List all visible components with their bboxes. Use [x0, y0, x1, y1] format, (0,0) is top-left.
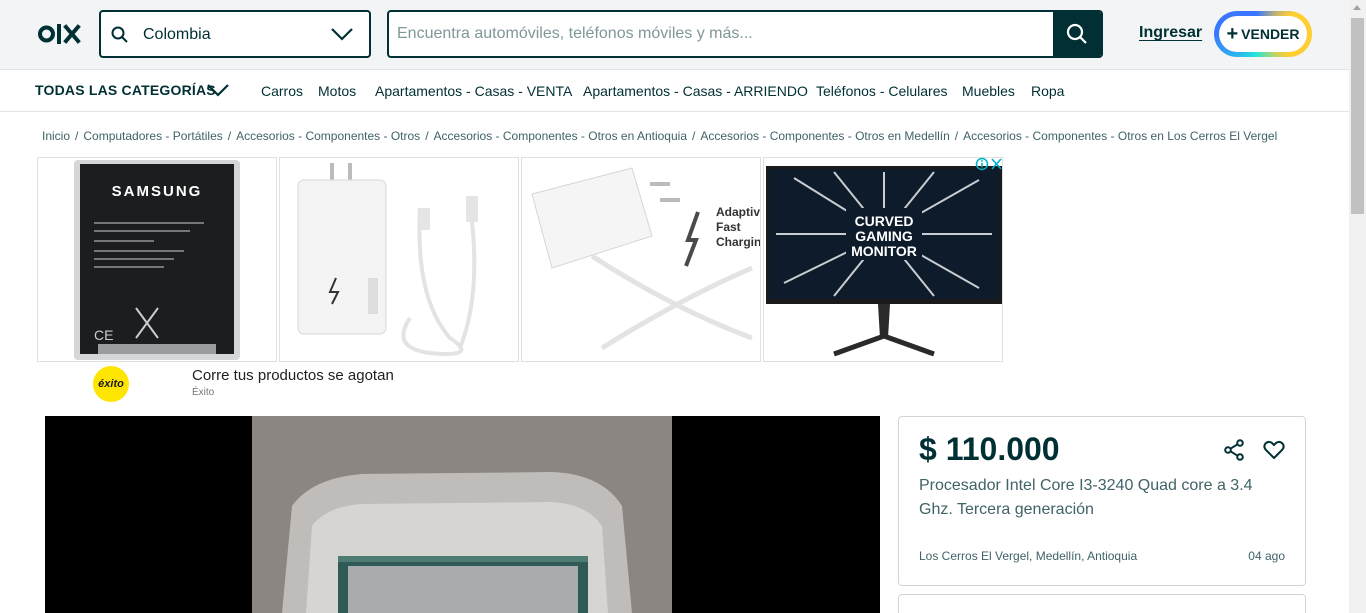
- breadcrumb-item[interactable]: Accesorios - Componentes - Otros en Los …: [963, 129, 1277, 143]
- breadcrumb-item[interactable]: Accesorios - Componentes - Otros en Mede…: [700, 129, 949, 143]
- sell-button-inner: + VENDER: [1219, 16, 1307, 52]
- svg-text:CE: CE: [94, 327, 113, 343]
- top-header: Colombia Ingresar + VENDER: [0, 0, 1349, 70]
- breadcrumb-item[interactable]: Inicio: [42, 129, 70, 143]
- info-icon[interactable]: [975, 157, 1003, 171]
- svg-text:Fast: Fast: [716, 220, 741, 234]
- exito-logo-text: éxito: [98, 378, 124, 390]
- chevron-down-icon[interactable]: [330, 25, 354, 43]
- breadcrumb-separator: /: [954, 129, 959, 143]
- listing-photo[interactable]: [252, 416, 672, 613]
- all-categories-button[interactable]: TODAS LAS CATEGORÍAS: [35, 82, 216, 98]
- sponsored-ad[interactable]: SAMSUNG CE Adaptiv Fast Chargin CURVED G…: [37, 157, 1003, 405]
- category-motos[interactable]: Motos: [318, 83, 356, 99]
- category-muebles[interactable]: Muebles: [962, 83, 1015, 99]
- location-value: Colombia: [143, 26, 211, 43]
- svg-text:Adaptive: Adaptive: [716, 205, 761, 219]
- svg-text:GAMING: GAMING: [855, 228, 913, 244]
- ad-headline[interactable]: Corre tus productos se agotan: [192, 367, 394, 384]
- adchoices[interactable]: [975, 157, 1003, 174]
- search-button[interactable]: [1053, 12, 1101, 56]
- breadcrumb-separator: /: [75, 129, 79, 143]
- search-icon: [111, 26, 128, 43]
- category-apartamentos-arriendo[interactable]: Apartamentos - Casas - ARRIENDO: [583, 83, 808, 99]
- page-scrollbar[interactable]: [1349, 0, 1366, 613]
- monitor-illustration: CURVED GAMING MONITOR: [766, 166, 1002, 357]
- scroll-thumb[interactable]: [1351, 18, 1364, 214]
- svg-text:MONITOR: MONITOR: [851, 243, 917, 259]
- breadcrumb-item[interactable]: Accesorios - Componentes - Otros en Anti…: [434, 129, 687, 143]
- battery-brand-text: SAMSUNG: [112, 183, 203, 200]
- cpu-package-illustration: [252, 416, 672, 613]
- listing-location: Los Cerros El Vergel, Medellín, Antioqui…: [919, 549, 1138, 563]
- battery-illustration: SAMSUNG CE: [74, 160, 240, 360]
- close-icon: [991, 158, 1002, 170]
- olx-logo[interactable]: [38, 22, 82, 46]
- listing-price: $ 110.000: [919, 431, 1060, 467]
- breadcrumb: Inicio / Computadores - Portátiles / Accesor…: [42, 129, 1277, 143]
- location-selector[interactable]: Colombia: [99, 10, 371, 58]
- category-ropa[interactable]: Ropa: [1031, 83, 1064, 99]
- listing-title: Procesador Intel Core I3-3240 Quad core …: [919, 477, 1253, 518]
- svg-text:Charging: Charging: [716, 235, 761, 249]
- chevron-down-icon[interactable]: [206, 82, 230, 98]
- ad-image-gaming-monitor[interactable]: CURVED GAMING MONITOR: [763, 157, 1003, 362]
- exito-logo[interactable]: éxito: [93, 366, 129, 402]
- heart-icon[interactable]: [1262, 438, 1286, 462]
- search-input[interactable]: [389, 12, 1053, 56]
- login-link[interactable]: Ingresar: [1139, 24, 1202, 42]
- breadcrumb-separator: /: [692, 129, 696, 143]
- breadcrumb-separator: /: [425, 129, 429, 143]
- ad-advertiser: Éxito: [192, 387, 215, 398]
- category-carros[interactable]: Carros: [261, 83, 303, 99]
- category-bar: TODAS LAS CATEGORÍAS Carros Motos Aparta…: [0, 70, 1349, 112]
- sell-button[interactable]: + VENDER: [1214, 11, 1312, 57]
- breadcrumb-item[interactable]: Computadores - Portátiles: [83, 129, 222, 143]
- breadcrumb-separator: /: [227, 129, 232, 143]
- scroll-up-arrow-icon[interactable]: [1353, 5, 1361, 10]
- sell-label: VENDER: [1241, 26, 1300, 42]
- plus-icon: +: [1226, 23, 1239, 45]
- ad-image-battery[interactable]: SAMSUNG CE: [37, 157, 277, 362]
- listing-date: 04 ago: [1248, 549, 1285, 563]
- search-icon: [1066, 23, 1087, 44]
- search-bar: [387, 10, 1103, 58]
- price-card: $ 110.000 Procesador Intel Core I3-3240 …: [898, 416, 1306, 586]
- listing-photo-gallery[interactable]: [45, 416, 880, 613]
- adaptive-charger-illustration: Adaptive Fast Charging: [531, 167, 761, 351]
- breadcrumb-item[interactable]: Accesorios - Componentes - Otros: [236, 129, 420, 143]
- charger-illustration: [297, 163, 478, 356]
- svg-text:CURVED: CURVED: [855, 213, 914, 229]
- seller-card: [898, 594, 1306, 613]
- share-icon[interactable]: [1222, 438, 1246, 462]
- ad-image-charger-cable[interactable]: [279, 157, 519, 362]
- category-telefonos[interactable]: Teléfonos - Celulares: [816, 83, 948, 99]
- category-apartamentos-venta[interactable]: Apartamentos - Casas - VENTA: [375, 83, 572, 99]
- ad-image-adaptive-charger[interactable]: Adaptive Fast Charging: [521, 157, 761, 362]
